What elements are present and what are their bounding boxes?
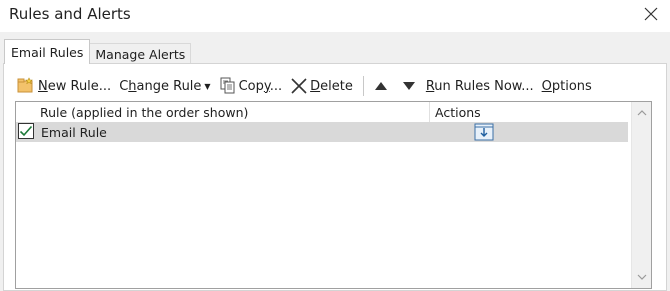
vertical-scrollbar[interactable] bbox=[631, 102, 651, 288]
copy-button[interactable]: Copy... bbox=[219, 75, 283, 97]
scroll-up-button[interactable] bbox=[632, 104, 651, 122]
run-rules-now-button[interactable]: Run Rules Now... bbox=[426, 75, 534, 97]
delete-label: elete bbox=[320, 78, 353, 94]
copy-pre: Cop bbox=[238, 78, 264, 94]
tab-manage-alerts[interactable]: Manage Alerts bbox=[89, 43, 192, 64]
change-rule-pre: C bbox=[119, 78, 129, 94]
move-up-button[interactable] bbox=[370, 75, 392, 97]
window-title: Rules and Alerts bbox=[9, 5, 131, 23]
change-rule-accel: h bbox=[128, 78, 137, 94]
column-header-actions[interactable]: Actions bbox=[430, 102, 481, 122]
dialog-body: Email Rules Manage Alerts New Rule... Ch… bbox=[0, 32, 670, 291]
list-header: Rule (applied in the order shown) Action… bbox=[16, 102, 628, 123]
close-icon bbox=[644, 7, 658, 21]
copy-icon bbox=[219, 77, 237, 95]
change-rule-button[interactable]: Change Rule ▼ bbox=[119, 75, 210, 97]
triangle-down-icon bbox=[402, 82, 415, 90]
move-to-folder-icon bbox=[474, 123, 494, 145]
options-accel: O bbox=[541, 78, 552, 94]
tab-strip: Email Rules Manage Alerts bbox=[4, 39, 192, 64]
delete-icon bbox=[290, 77, 308, 95]
close-button[interactable] bbox=[641, 4, 661, 24]
new-rule-icon bbox=[16, 77, 36, 95]
rule-enabled-checkbox[interactable] bbox=[18, 123, 34, 139]
options-button[interactable]: Options bbox=[542, 75, 592, 97]
change-rule-label: ange Rule bbox=[136, 78, 202, 94]
new-rule-label: ew Rule... bbox=[47, 78, 112, 94]
run-rules-label: un Rules Now... bbox=[434, 78, 534, 94]
toolbar-separator bbox=[362, 76, 364, 96]
move-down-button[interactable] bbox=[398, 75, 420, 97]
new-rule-accel: N bbox=[38, 78, 48, 94]
checkmark-icon bbox=[19, 125, 33, 137]
chevron-down-icon bbox=[637, 274, 646, 280]
dropdown-caret-icon: ▼ bbox=[204, 81, 211, 91]
copy-label: ... bbox=[269, 78, 283, 94]
new-rule-button[interactable]: New Rule... bbox=[16, 75, 111, 97]
tab-panel: New Rule... Change Rule ▼ Copy... Delete… bbox=[3, 63, 667, 291]
rules-list[interactable]: Rule (applied in the order shown) Action… bbox=[15, 101, 652, 289]
chevron-up-icon bbox=[637, 110, 646, 116]
rules-toolbar: New Rule... Change Rule ▼ Copy... Delete… bbox=[16, 75, 600, 97]
tab-email-rules[interactable]: Email Rules bbox=[4, 39, 91, 64]
delete-accel: D bbox=[310, 78, 321, 94]
scroll-down-button[interactable] bbox=[632, 268, 651, 286]
tab-label: Manage Alerts bbox=[95, 46, 186, 62]
options-label: ptions bbox=[551, 78, 592, 94]
rule-name: Email Rule bbox=[41, 124, 107, 140]
tab-label: Email Rules bbox=[11, 44, 84, 60]
triangle-up-icon bbox=[374, 82, 387, 90]
table-row[interactable]: Email Rule bbox=[16, 122, 628, 142]
delete-button[interactable]: Delete bbox=[290, 75, 353, 97]
title-bar: Rules and Alerts bbox=[0, 0, 670, 32]
column-header-rule[interactable]: Rule (applied in the order shown) bbox=[38, 102, 430, 122]
